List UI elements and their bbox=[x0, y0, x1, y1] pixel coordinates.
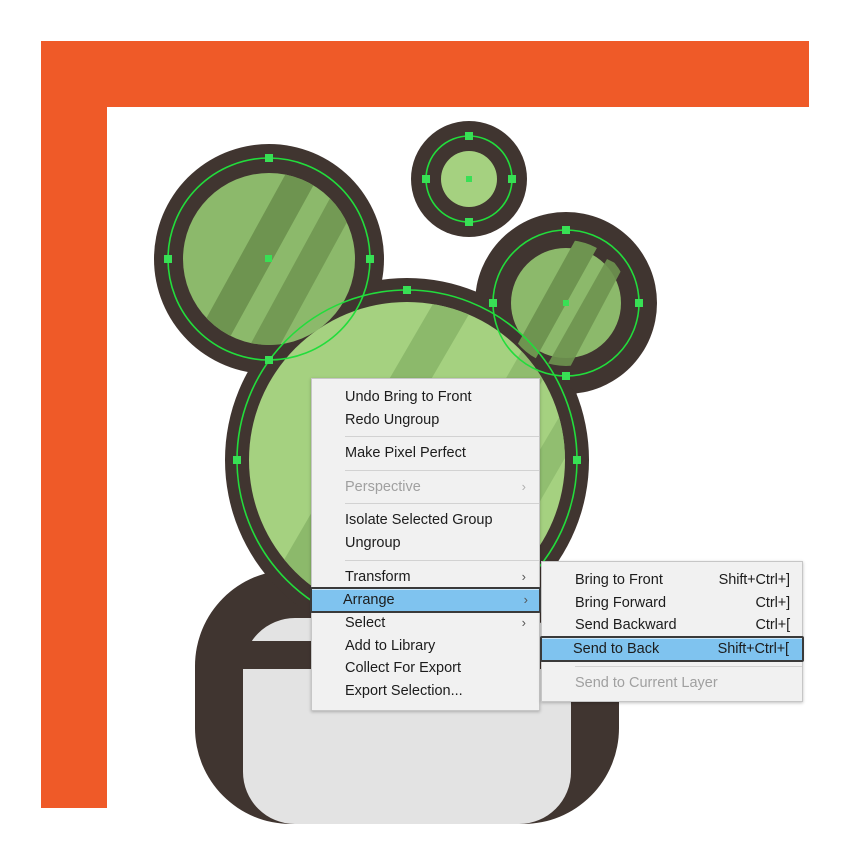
menu-item-undo-bring-to-front[interactable]: Undo Bring to Front bbox=[312, 386, 539, 409]
menu-item-transform[interactable]: Transform › bbox=[312, 566, 539, 589]
menu-separator bbox=[345, 559, 539, 561]
menu-item-label: Select bbox=[345, 615, 386, 632]
canvas-context-menu[interactable]: Undo Bring to Front Redo Ungroup Make Pi… bbox=[310, 378, 541, 711]
menu-item-label: Undo Bring to Front bbox=[345, 389, 472, 405]
shortcut-label: Ctrl+] bbox=[755, 594, 791, 611]
menu-item-export-selection[interactable]: Export Selection... bbox=[312, 680, 539, 703]
shortcut-label: Ctrl+[ bbox=[755, 617, 791, 634]
menu-item-label: Perspective bbox=[345, 478, 421, 495]
submenu-item-bring-to-front[interactable]: Bring to Front Shift+Ctrl+] bbox=[542, 569, 802, 592]
submenu-item-label: Send to Current Layer bbox=[575, 674, 718, 691]
menu-separator bbox=[345, 469, 539, 471]
menu-separator bbox=[345, 436, 539, 438]
shortcut-label: Shift+Ctrl+[ bbox=[717, 640, 789, 657]
menu-item-add-to-library[interactable]: Add to Library bbox=[312, 635, 539, 658]
menu-item-isolate-selected-group[interactable]: Isolate Selected Group bbox=[312, 509, 539, 532]
submenu-item-label: Send Backward bbox=[575, 617, 677, 634]
submenu-item-bring-forward[interactable]: Bring Forward Ctrl+] bbox=[542, 592, 802, 615]
menu-item-label: Add to Library bbox=[345, 637, 436, 654]
submenu-item-send-to-current-layer: Send to Current Layer bbox=[542, 672, 802, 695]
menu-item-perspective: Perspective › bbox=[312, 476, 539, 499]
arrange-submenu[interactable]: Bring to Front Shift+Ctrl+] Bring Forwar… bbox=[540, 561, 804, 703]
menu-item-label: Export Selection... bbox=[345, 682, 463, 699]
submenu-item-send-backward[interactable]: Send Backward Ctrl+[ bbox=[542, 614, 802, 637]
submenu-item-send-to-back[interactable]: Send to Back Shift+Ctrl+[ bbox=[540, 635, 804, 662]
menu-item-make-pixel-perfect[interactable]: Make Pixel Perfect bbox=[312, 442, 539, 465]
shortcut-label: Shift+Ctrl+] bbox=[718, 572, 790, 588]
menu-item-label: Isolate Selected Group bbox=[345, 512, 493, 529]
screenshot-stage: Undo Bring to Front Redo Ungroup Make Pi… bbox=[0, 0, 850, 850]
menu-item-ungroup[interactable]: Ungroup bbox=[312, 532, 539, 555]
submenu-item-label: Send to Back bbox=[573, 640, 660, 657]
submenu-item-label: Bring Forward bbox=[575, 594, 667, 611]
menu-item-label: Ungroup bbox=[345, 534, 401, 551]
menu-separator bbox=[345, 503, 539, 505]
menu-item-select[interactable]: Select › bbox=[312, 612, 539, 635]
menu-item-label: Redo Ungroup bbox=[345, 411, 440, 428]
menu-item-label: Make Pixel Perfect bbox=[345, 445, 466, 462]
chevron-right-icon: › bbox=[521, 568, 526, 584]
chevron-right-icon: › bbox=[523, 592, 528, 608]
menu-item-label: Collect For Export bbox=[345, 660, 462, 677]
chevron-right-icon: › bbox=[521, 615, 526, 631]
submenu-item-label: Bring to Front bbox=[575, 572, 663, 588]
menu-item-arrange[interactable]: Arrange › bbox=[310, 587, 541, 614]
menu-item-redo-ungroup[interactable]: Redo Ungroup bbox=[312, 409, 539, 432]
menu-item-label: Transform bbox=[345, 568, 411, 585]
menu-item-label: Arrange bbox=[343, 592, 395, 609]
menu-item-collect-for-export[interactable]: Collect For Export bbox=[312, 657, 539, 680]
chevron-right-icon: › bbox=[521, 478, 526, 494]
submenu-separator bbox=[575, 665, 802, 667]
